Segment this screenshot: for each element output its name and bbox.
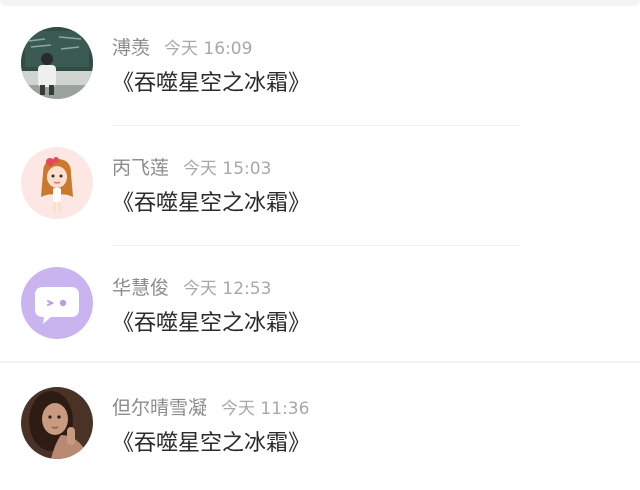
comment-text: 《吞噬星空之冰霜》	[112, 71, 311, 96]
comment-item[interactable]: 丙飞莲 今天 15:03 《吞噬星空之冰霜》	[0, 120, 640, 246]
comment-text: 《吞噬星空之冰霜》	[112, 191, 311, 216]
commenter-name[interactable]: 溥羡	[112, 37, 150, 59]
comment-time: 今天 12:53	[183, 279, 272, 299]
commenter-name[interactable]: 但尔晴雪凝	[112, 397, 207, 419]
comment-time: 今天 16:09	[164, 39, 253, 59]
commenter-name[interactable]: 丙飞莲	[112, 157, 169, 179]
comment-meta: 但尔晴雪凝 今天 11:36	[112, 393, 309, 419]
comment-meta: 溥羡 今天 16:09	[112, 33, 252, 59]
comment-text: 《吞噬星空之冰霜》	[112, 431, 311, 456]
chat-bubble-avatar[interactable]	[21, 267, 93, 339]
comment-item[interactable]: 但尔晴雪凝 今天 11:36 《吞噬星空之冰霜》	[0, 360, 640, 480]
comment-list: 溥羡 今天 16:09 《吞噬星空之冰霜》 丙飞莲 今天 15:03 《吞噬星空…	[0, 0, 640, 490]
comment-time: 今天 15:03	[183, 159, 272, 179]
comment-item[interactable]: 溥羡 今天 16:09 《吞噬星空之冰霜》	[0, 0, 640, 126]
comment-item[interactable]: 华慧俊 今天 12:53 《吞噬星空之冰霜》	[0, 240, 640, 360]
comment-meta: 华慧俊 今天 12:53	[112, 273, 271, 299]
comment-text: 《吞噬星空之冰霜》	[112, 311, 311, 336]
comment-time: 今天 11:36	[221, 399, 310, 419]
comment-meta: 丙飞莲 今天 15:03	[112, 153, 271, 179]
commenter-name[interactable]: 华慧俊	[112, 277, 169, 299]
classroom-photo-avatar[interactable]	[21, 27, 93, 99]
cartoon-girl-avatar[interactable]	[21, 147, 93, 219]
woman-portrait-avatar[interactable]	[21, 387, 93, 459]
